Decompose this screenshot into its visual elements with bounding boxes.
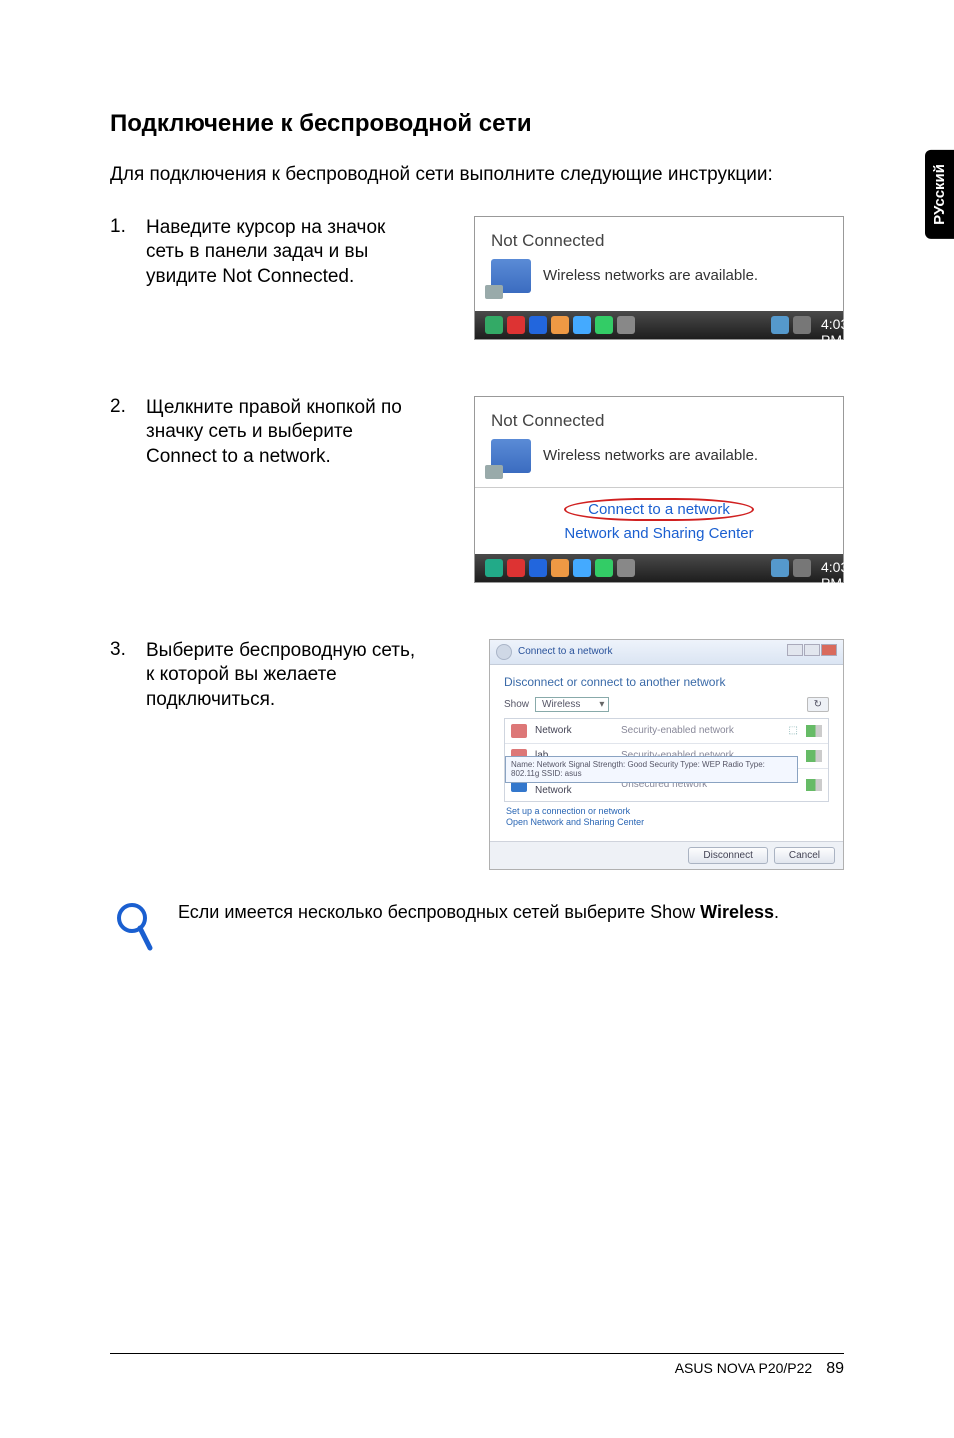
network-list: Network Security-enabled network ⬚ lab S… (504, 718, 829, 802)
network-icon (491, 259, 531, 293)
network-tooltip: Name: Network Signal Strength: Good Secu… (505, 756, 798, 783)
tooltip-title: Not Connected (491, 231, 827, 251)
network-tray-icon[interactable] (771, 559, 789, 577)
magnifier-icon (114, 900, 154, 956)
network-desc: Security-enabled network (621, 725, 781, 736)
dialog-title: Connect to a network (518, 646, 613, 657)
minimize-button[interactable] (787, 644, 803, 656)
tooltip-subtitle: Wireless networks are available. (543, 267, 758, 284)
wave-icon[interactable] (551, 316, 569, 334)
step-3: 3. Выберите беспроводную сеть, к которой… (110, 639, 844, 870)
speaker-icon[interactable] (793, 316, 811, 334)
screenshot-context-menu: Not Connected Wireless networks are avai… (474, 396, 844, 583)
tray-icons (485, 559, 635, 577)
tooltip-subtitle: Wireless networks are available. (543, 447, 758, 464)
tray-arrow-icon[interactable] (485, 559, 503, 577)
tooltip-title: Not Connected (491, 411, 827, 431)
taskbar: 4:03 PM (475, 554, 843, 582)
dialog-header: Disconnect or connect to another network (504, 675, 829, 689)
language-tab: РУсский (925, 150, 954, 239)
step-text: Наведите курсор на значок сеть в панели … (146, 216, 436, 290)
battery-icon[interactable] (595, 316, 613, 334)
tray-close-icon[interactable] (507, 559, 525, 577)
step-1: 1. Наведите курсор на значок сеть в пане… (110, 216, 844, 340)
step-number: 2. (110, 396, 146, 418)
tray-close-icon[interactable] (507, 316, 525, 334)
taskbar-clock: 4:03 PM (815, 559, 833, 577)
section-heading: Подключение к беспроводной сети (110, 110, 844, 138)
setup-connection-link[interactable]: Set up a connection or network (506, 806, 827, 818)
wifi-icon (511, 724, 527, 738)
note-text: Если имеется несколько беспроводных сете… (178, 900, 779, 924)
open-nsc-link[interactable]: Open Network and Sharing Center (506, 817, 827, 829)
show-dropdown[interactable]: Wireless (535, 697, 609, 712)
calendar-icon[interactable] (573, 559, 591, 577)
step-number: 1. (110, 216, 146, 238)
intro-paragraph: Для подключения к беспроводной сети выпо… (110, 162, 844, 188)
show-label: Show (504, 699, 529, 710)
volume-icon[interactable] (617, 559, 635, 577)
speaker-icon[interactable] (793, 559, 811, 577)
page-number: 89 (826, 1360, 844, 1378)
screenshot-tooltip-not-connected: Not Connected Wireless networks are avai… (474, 216, 844, 340)
bluetooth-icon[interactable] (529, 559, 547, 577)
signal-bars-icon (806, 725, 822, 737)
dialog-titlebar: Connect to a network (490, 640, 843, 665)
calendar-icon[interactable] (573, 316, 591, 334)
taskbar-clock: 4:03 PM (815, 316, 833, 334)
network-row[interactable]: Network Security-enabled network ⬚ (505, 719, 828, 744)
bluetooth-icon[interactable] (529, 316, 547, 334)
close-button[interactable] (821, 644, 837, 656)
battery-icon[interactable] (595, 559, 613, 577)
connect-to-network-menu-item[interactable]: Connect to a network (564, 498, 754, 521)
screenshot-connect-dialog: Connect to a network Disconnect or conne… (489, 639, 844, 870)
network-name: Network (535, 725, 613, 736)
maximize-button[interactable] (804, 644, 820, 656)
cancel-button[interactable]: Cancel (774, 847, 835, 864)
step-text: Выберите беспроводную сеть, к которой вы… (146, 639, 436, 713)
refresh-button[interactable]: ↻ (807, 697, 829, 712)
product-name: ASUS NOVA P20/P22 (675, 1360, 812, 1376)
volume-icon[interactable] (617, 316, 635, 334)
step-2: 2. Щелкните правой кнопкой по значку сет… (110, 396, 844, 583)
tray-icons (485, 316, 635, 334)
disconnect-button[interactable]: Disconnect (688, 847, 767, 864)
wave-icon[interactable] (551, 559, 569, 577)
network-row[interactable]: lab Security-enabled network Name: Netwo… (505, 744, 828, 769)
step-text: Щелкните правой кнопкой по значку сеть и… (146, 396, 436, 470)
connected-icon: ⬚ (789, 725, 798, 736)
network-icon (491, 439, 531, 473)
network-tray-icon[interactable] (771, 316, 789, 334)
taskbar: 4:03 PM (475, 311, 843, 339)
signal-bars-icon (806, 750, 822, 762)
step-number: 3. (110, 639, 146, 661)
signal-bars-icon (806, 779, 822, 791)
tray-arrow-icon[interactable] (485, 316, 503, 334)
window-buttons (786, 644, 837, 659)
network-sharing-center-menu-item[interactable]: Network and Sharing Center (475, 525, 843, 542)
note-block: Если имеется несколько беспроводных сете… (110, 900, 844, 956)
page-footer: ASUS NOVA P20/P22 89 (110, 1353, 844, 1378)
back-button[interactable] (496, 644, 512, 660)
